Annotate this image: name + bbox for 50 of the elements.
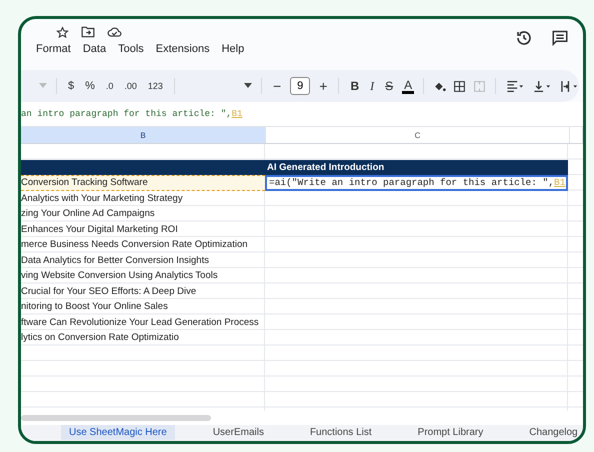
sheet-tab[interactable]: UserEmails	[204, 425, 272, 440]
increase-font-button[interactable]: +	[317, 78, 330, 94]
vertical-align-icon[interactable]	[532, 80, 552, 92]
number-format-button[interactable]: 123	[146, 81, 165, 91]
scrollbar-thumb[interactable]	[21, 415, 211, 421]
menu-item[interactable]: Tools	[118, 43, 144, 55]
increase-decimals-button[interactable]: .00	[122, 81, 139, 91]
table-cell: Conversion Tracking Software	[21, 175, 265, 190]
currency-button[interactable]: $	[66, 80, 76, 92]
history-icon[interactable]	[515, 29, 533, 47]
column-header[interactable]: B	[21, 127, 266, 143]
font-size-field[interactable]: 9	[290, 77, 310, 95]
table-cell-text: merce Business Needs Conversion Rate Optimization	[21, 238, 249, 252]
decrease-font-button[interactable]: −	[270, 78, 284, 94]
bold-button[interactable]: B	[348, 79, 362, 93]
align-left-icon[interactable]	[505, 80, 526, 92]
merge-cells-icon[interactable]	[473, 80, 486, 92]
table-cell-text: lytics on Conversion Rate Optimizatio	[21, 331, 180, 346]
formula-input-cell[interactable]: =ai("Write an intro paragraph for this article: ",B1	[265, 175, 568, 190]
folder-icon[interactable]	[81, 26, 95, 38]
table-cell-text: Enhances Your Digital Marketing ROI	[21, 222, 179, 237]
table-cell-text: Analytics with Your Marketing Strategy	[21, 192, 184, 206]
table-cell-text: zing Your Online Ad Campaigns	[21, 207, 156, 222]
cloud-icon[interactable]	[107, 26, 122, 38]
menu-item[interactable]: Format	[36, 43, 71, 55]
table-cell-text: ving Website Conversion Using Analytics Tools	[21, 269, 219, 284]
formula-text[interactable]: an intro paragraph for this article: ",B1	[21, 109, 242, 119]
text-wrap-icon[interactable]	[559, 80, 579, 92]
percent-button[interactable]: %	[83, 80, 97, 92]
sheet-tab[interactable]: Changelog	[521, 425, 583, 440]
menu-item[interactable]: Data	[82, 43, 106, 55]
comment-icon[interactable]	[551, 29, 569, 46]
sheet-tab[interactable]: Functions List	[302, 425, 380, 440]
menu-item[interactable]: Help	[222, 43, 244, 55]
table-cell-text: ftware Can Revolutionize Your Lead Generation Process	[21, 316, 260, 330]
strikethrough-button[interactable]: S	[383, 79, 396, 93]
star-icon[interactable]	[56, 26, 69, 38]
caret-icon[interactable]	[244, 83, 252, 89]
sheet-tab[interactable]: Use SheetMagic Here	[61, 425, 175, 440]
column-header[interactable]: C	[266, 127, 570, 143]
borders-icon[interactable]	[453, 80, 466, 92]
sheet-tab[interactable]: Prompt Library	[410, 425, 492, 440]
table-cell-text: Crucial for Your SEO Efforts: A Deep Dive	[21, 284, 198, 299]
menu-item[interactable]: Extensions	[156, 43, 210, 55]
header-cell-text: AI Generated Introduction	[267, 160, 384, 175]
decrease-decimals-button[interactable]: .0	[104, 81, 116, 91]
italic-button[interactable]: I	[368, 78, 376, 94]
table-cell-text: nitoring to Boost Your Online Sales	[21, 300, 169, 314]
text-color-button[interactable]: A	[402, 78, 414, 94]
table-cell-text: Data Analytics for Better Conversion Insights	[21, 254, 210, 268]
